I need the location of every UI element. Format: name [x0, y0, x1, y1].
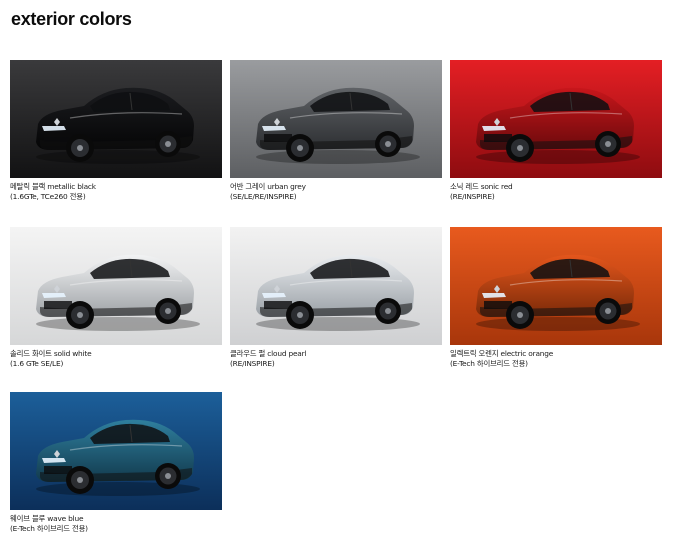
car-image[interactable] — [230, 227, 442, 345]
color-card[interactable]: 메탈릭 블랙 metallic black (1.6GTe, TCe260 전용… — [10, 60, 222, 202]
car-illustration — [10, 392, 222, 510]
car-image[interactable] — [10, 392, 222, 510]
color-name: 메탈릭 블랙 metallic black — [10, 182, 96, 191]
car-image[interactable] — [450, 60, 662, 178]
color-card[interactable]: 일렉트릭 오렌지 electric orange (E-Tech 하이브리드 전… — [450, 227, 662, 369]
color-name: 솔리드 화이트 solid white — [10, 349, 92, 358]
color-name: 소닉 레드 sonic red — [450, 182, 513, 191]
color-card[interactable]: 소닉 레드 sonic red (RE/INSPIRE) — [450, 60, 662, 202]
car-illustration — [230, 227, 442, 345]
color-card[interactable]: 클라우드 펄 cloud pearl (RE/INSPIRE) — [230, 227, 442, 369]
car-illustration — [10, 227, 222, 345]
car-illustration — [10, 60, 222, 178]
page-title: exterior colors — [11, 9, 132, 29]
trim-availability: (1.6GTe, TCe260 전용) — [10, 192, 86, 201]
car-image[interactable] — [450, 227, 662, 345]
color-card[interactable]: 어반 그레이 urban grey (SE/LE/RE/INSPIRE) — [230, 60, 442, 202]
car-illustration — [450, 227, 662, 345]
color-name: 어반 그레이 urban grey — [230, 182, 306, 191]
trim-availability: (SE/LE/RE/INSPIRE) — [230, 192, 297, 201]
color-card[interactable]: 웨이브 블루 wave blue (E-Tech 하이브리드 전용) — [10, 392, 222, 534]
trim-availability: (RE/INSPIRE) — [450, 192, 495, 201]
car-image[interactable] — [10, 227, 222, 345]
color-card[interactable]: 솔리드 화이트 solid white (1.6 GTe SE/LE) — [10, 227, 222, 369]
color-name: 일렉트릭 오렌지 electric orange — [450, 349, 554, 358]
car-illustration — [450, 60, 662, 178]
trim-availability: (RE/INSPIRE) — [230, 359, 275, 368]
color-name: 클라우드 펄 cloud pearl — [230, 349, 307, 358]
trim-availability: (E-Tech 하이브리드 전용) — [10, 524, 88, 533]
car-illustration — [230, 60, 442, 178]
car-image[interactable] — [10, 60, 222, 178]
trim-availability: (E-Tech 하이브리드 전용) — [450, 359, 528, 368]
color-name: 웨이브 블루 wave blue — [10, 514, 84, 523]
car-image[interactable] — [230, 60, 442, 178]
trim-availability: (1.6 GTe SE/LE) — [10, 359, 64, 368]
